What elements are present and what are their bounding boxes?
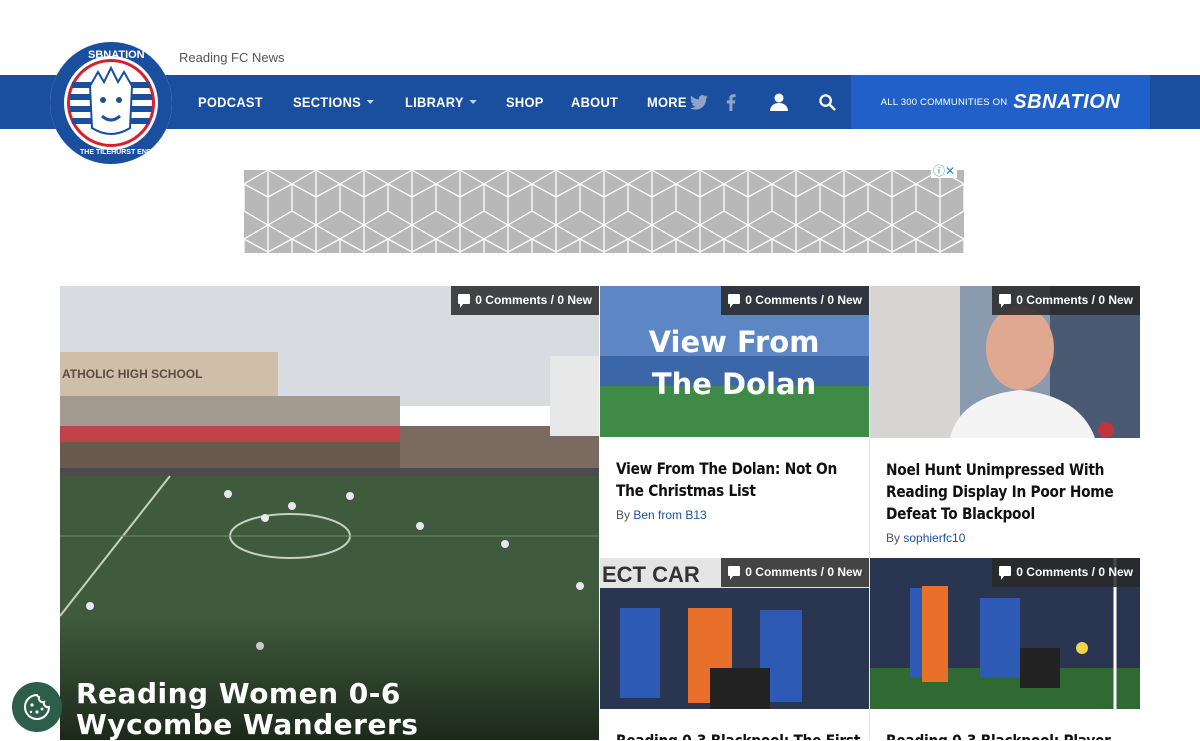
comment-icon — [728, 566, 741, 580]
primary-nav: PODCAST SECTIONS LIBRARY SHOP ABOUT MORE — [198, 75, 728, 129]
story-card[interactable]: View From The Dolan 0 Comments / 0 New V… — [600, 286, 870, 558]
comments-badge[interactable]: 0 Comments / 0 New — [451, 286, 599, 315]
story-headline[interactable]: View From The Dolan: Not On The Christma… — [616, 458, 865, 502]
image-caption: View From — [649, 325, 820, 359]
nav-label: MORE — [646, 94, 687, 110]
sbnation-prefix: ALL 300 COMMUNITIES ON — [880, 96, 1008, 108]
author-link[interactable]: sophierfc10 — [903, 531, 965, 545]
nav-podcast[interactable]: PODCAST — [198, 94, 263, 110]
search-icon[interactable] — [817, 92, 837, 112]
comments-badge[interactable]: 0 Comments / 0 New — [721, 558, 869, 587]
svg-text:ECT CAR: ECT CAR — [602, 562, 700, 587]
facebook-icon[interactable] — [721, 92, 741, 112]
svg-text:The Dolan: The Dolan — [652, 367, 816, 401]
story-byline: By sophierfc10 — [886, 531, 1140, 545]
byline-prefix: By — [616, 508, 631, 522]
comments-badge[interactable]: 0 Comments / 0 New — [992, 286, 1140, 315]
ad-banner[interactable] — [244, 170, 964, 253]
svg-text:ATHOLIC HIGH SCHOOL: ATHOLIC HIGH SCHOOL — [62, 367, 202, 381]
story-card[interactable]: 0 Comments / 0 New Reading 0-3 Blackpool… — [870, 558, 1140, 740]
nav-label: SECTIONS — [292, 94, 361, 110]
story-headline[interactable]: Noel Hunt Unimpressed With Reading Displ… — [886, 459, 1135, 525]
tilehurst-end-logo-icon: SBNATION THE TILEHURST END — [52, 44, 170, 162]
svg-text:THE TILEHURST END: THE TILEHURST END — [80, 149, 152, 156]
comment-icon — [728, 294, 741, 308]
cookie-icon — [24, 693, 51, 720]
feature-headline[interactable]: Reading Women 0-6 Wycombe Wanderers — [76, 678, 516, 740]
nav-label: LIBRARY — [404, 94, 464, 110]
nav-label: ABOUT — [571, 94, 619, 110]
story-card[interactable]: ECT CAR 0 Comments / 0 New Reading 0-3 B… — [600, 558, 870, 740]
ad-close-icon[interactable]: ⓘ✕ — [931, 164, 958, 178]
comment-icon — [999, 566, 1012, 580]
cookie-settings-button[interactable] — [12, 682, 62, 732]
comments-badge[interactable]: 0 Comments / 0 New — [721, 286, 869, 315]
site-logo[interactable]: SBNATION THE TILEHURST END — [50, 42, 172, 164]
nav-shop[interactable]: SHOP — [506, 94, 544, 110]
story-card[interactable]: 0 Comments / 0 New Noel Hunt Unimpressed… — [870, 286, 1140, 558]
caret-down-icon — [468, 100, 477, 104]
twitter-icon[interactable] — [689, 92, 709, 112]
story-headline[interactable]: Reading 0-3 Blackpool: The First — [616, 730, 865, 740]
nav-library[interactable]: LIBRARY — [405, 94, 477, 110]
caret-down-icon — [366, 100, 374, 104]
byline-prefix: By — [886, 531, 901, 545]
sbnation-communities-link[interactable]: ALL 300 COMMUNITIES ON SBNATION — [851, 75, 1150, 129]
ad-pattern-image — [244, 170, 964, 253]
comments-count: 0 Comments / 0 New — [745, 565, 862, 579]
story-headline[interactable]: Reading 0-3 Blackpool: Player — [886, 730, 1135, 740]
sbnation-brand: SBNATION — [1013, 90, 1121, 113]
comments-count: 0 Comments / 0 New — [1016, 565, 1133, 579]
nav-sections[interactable]: SECTIONS — [293, 94, 374, 110]
feature-photo: ATHOLIC HIGH SCHOOL — [60, 286, 599, 740]
nav-label: SHOP — [506, 94, 544, 110]
user-icon[interactable] — [769, 92, 789, 112]
nav-about[interactable]: ABOUT — [571, 94, 618, 110]
site-tagline[interactable]: Reading FC News — [179, 50, 285, 65]
comment-icon — [458, 294, 471, 308]
comments-badge[interactable]: 0 Comments / 0 New — [992, 558, 1140, 587]
story-byline: By Ben from B13 — [616, 508, 869, 522]
svg-text:SBNATION: SBNATION — [88, 49, 145, 61]
nav-label: PODCAST — [198, 94, 263, 110]
comments-count: 0 Comments / 0 New — [475, 293, 592, 307]
author-link[interactable]: Ben from B13 — [633, 508, 706, 522]
feature-story[interactable]: ATHOLIC HIGH SCHOOL 0 Comments / 0 New — [60, 286, 599, 740]
comment-icon — [999, 294, 1012, 308]
comments-count: 0 Comments / 0 New — [1016, 293, 1133, 307]
comments-count: 0 Comments / 0 New — [745, 293, 862, 307]
